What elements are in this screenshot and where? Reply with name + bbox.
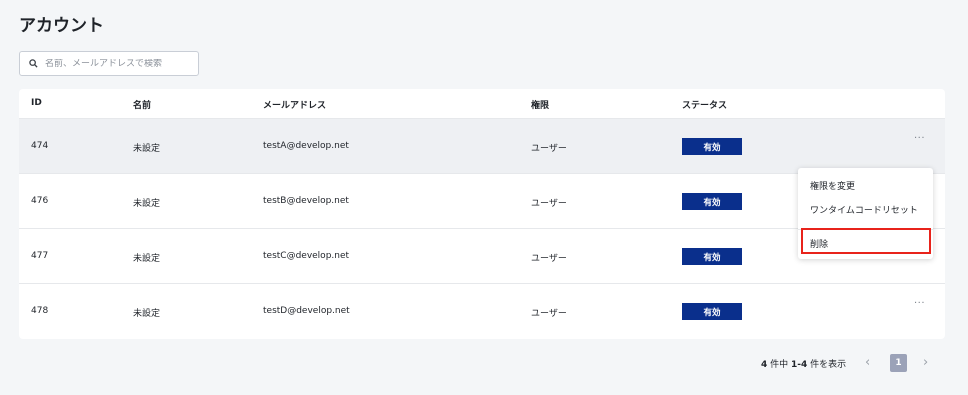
column-header-email[interactable]: メールアドレス <box>263 98 326 111</box>
cell-name: 未設定 <box>133 254 161 264</box>
chevron-left-icon[interactable]: ‹ <box>865 355 870 370</box>
cell-id: 478 <box>31 306 49 316</box>
menu-item-reset-one-time-code[interactable]: ワンタイムコードリセット <box>810 203 918 216</box>
cell-name: 未設定 <box>133 309 161 319</box>
page-title: アカウント <box>19 16 104 36</box>
cell-email: testB@develop.net <box>263 196 349 206</box>
status-badge: 有効 <box>682 248 742 265</box>
menu-divider <box>798 229 933 230</box>
cell-id: 477 <box>31 251 49 261</box>
pagination-range: 1-4 <box>791 360 808 370</box>
cell-role: ユーザー <box>531 254 567 264</box>
table-row[interactable]: 478 未設定 testD@develop.net ユーザー 有効 ··· <box>19 284 945 339</box>
status-badge: 有効 <box>682 193 742 210</box>
cell-name: 未設定 <box>133 199 161 209</box>
column-header-status[interactable]: ステータス <box>682 98 727 111</box>
cell-name: 未設定 <box>133 144 161 154</box>
column-header-role[interactable]: 権限 <box>531 98 549 111</box>
more-horizontal-icon[interactable]: ··· <box>914 298 925 309</box>
column-header-id[interactable]: ID <box>31 98 42 108</box>
cell-id: 474 <box>31 141 49 151</box>
table-row[interactable]: 474 未設定 testA@develop.net ユーザー 有効 ··· <box>19 119 945 174</box>
cell-id: 476 <box>31 196 49 206</box>
cell-role: ユーザー <box>531 144 567 154</box>
chevron-right-icon[interactable]: › <box>923 355 928 370</box>
table-header: ID 名前 メールアドレス 権限 ステータス <box>19 89 945 119</box>
status-badge: 有効 <box>682 303 742 320</box>
search-icon <box>29 59 38 68</box>
status-badge: 有効 <box>682 138 742 155</box>
page-button-1[interactable]: 1 <box>890 354 907 372</box>
pagination-count-suffix: 件中 <box>767 360 791 370</box>
menu-item-change-role[interactable]: 権限を変更 <box>810 179 855 192</box>
cell-role: ユーザー <box>531 199 567 209</box>
cell-role: ユーザー <box>531 309 567 319</box>
row-action-menu: 権限を変更 ワンタイムコードリセット 削除 <box>798 168 933 259</box>
cell-email: testD@develop.net <box>263 306 350 316</box>
more-horizontal-icon[interactable]: ··· <box>914 133 925 144</box>
cell-email: testA@develop.net <box>263 141 349 151</box>
column-header-name[interactable]: 名前 <box>133 98 151 111</box>
cell-email: testC@develop.net <box>263 251 350 261</box>
search-input[interactable] <box>45 58 195 69</box>
pagination-summary: 4 件中 1-4 件を表示 <box>761 357 846 370</box>
pagination-range-suffix: 件を表示 <box>807 360 847 370</box>
search-box[interactable] <box>19 51 199 76</box>
menu-item-delete[interactable]: 削除 <box>810 237 828 250</box>
